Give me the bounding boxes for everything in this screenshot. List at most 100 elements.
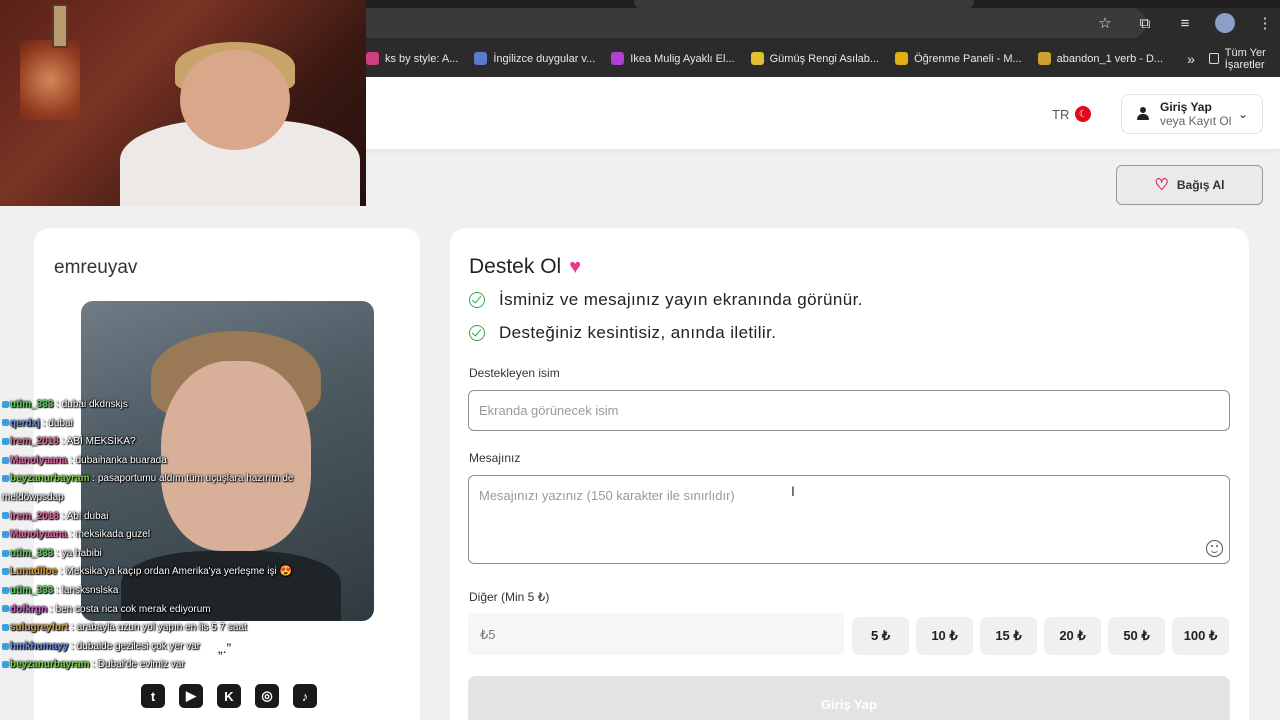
amount-option-button[interactable]: 5 ₺ bbox=[852, 617, 909, 655]
support-form-card: Destek Ol ♥ İsminiz ve mesajınız yayın e… bbox=[450, 228, 1249, 720]
chat-text: lansksnslska bbox=[61, 584, 119, 596]
chat-badge-icon bbox=[2, 400, 9, 408]
extensions-icon[interactable]: ⧉ bbox=[1134, 12, 1156, 34]
chat-text: dubaide gezilesi çok yer var bbox=[76, 640, 201, 652]
chat-message: Manolyaana : dubaihanka buarada bbox=[2, 452, 332, 471]
turkey-flag-icon: ☾ bbox=[1075, 106, 1092, 122]
chat-text: Dubai'de evimiz var bbox=[97, 659, 185, 671]
tab-strip bbox=[366, 0, 1280, 8]
tiktok-icon[interactable]: ♪ bbox=[293, 684, 317, 708]
chat-username: Manolyaana bbox=[10, 529, 68, 541]
bookmark-3[interactable]: Gümüş Rengi Asılab... bbox=[750, 52, 879, 65]
amount-option-button[interactable]: 20 ₺ bbox=[1044, 617, 1101, 655]
chat-badge-icon bbox=[2, 419, 9, 427]
social-links: t ▶ K ◎ ♪ bbox=[141, 684, 317, 708]
user-icon bbox=[1136, 107, 1150, 121]
name-label: Destekleyen isim bbox=[469, 366, 560, 380]
login-dropdown[interactable]: Giriş Yap veya Kayıt Ol ⌄ bbox=[1121, 94, 1263, 134]
youtube-icon[interactable]: ▶ bbox=[179, 684, 203, 708]
stream-chat-overlay: utim_333 : dubai dkdnskjs qerdxj : dubai i… bbox=[2, 396, 332, 675]
bookmark-0[interactable]: ks by style: A... bbox=[366, 52, 458, 65]
login-label: Giriş Yap bbox=[1160, 100, 1212, 114]
chat-badge-icon bbox=[2, 438, 9, 446]
all-bookmarks-folder[interactable]: Tüm Yer İşaretler bbox=[1208, 47, 1280, 71]
chat-text: dubai bbox=[48, 417, 73, 429]
text-cursor-icon: I bbox=[791, 483, 795, 499]
chat-username: qerdxj bbox=[10, 417, 41, 429]
chat-text: ben costa rica cok merak ediyorum bbox=[55, 603, 211, 615]
amount-option-button[interactable]: 15 ₺ bbox=[980, 617, 1037, 655]
chat-badge-icon bbox=[2, 586, 9, 594]
submit-button[interactable]: Giriş Yap bbox=[468, 676, 1230, 720]
media-icon[interactable]: ≡ bbox=[1174, 12, 1196, 34]
chat-text: Meksika'ya kaçıp ordan Amerika'ya yerleş… bbox=[65, 566, 292, 578]
active-tab[interactable] bbox=[634, 0, 974, 8]
register-label: veya Kayıt Ol bbox=[1160, 114, 1232, 128]
streamer-name: emreuyav bbox=[54, 257, 138, 278]
language-selector[interactable]: TR ☾ bbox=[1052, 106, 1092, 122]
bookmark-favicon-icon bbox=[895, 52, 909, 65]
chat-badge-icon bbox=[2, 642, 9, 650]
bookmark-favicon-icon bbox=[1037, 52, 1051, 65]
chat-badge-icon bbox=[2, 531, 9, 539]
feature-item: Desteğiniz kesintisiz, anında iletilir. bbox=[469, 323, 776, 343]
menu-icon[interactable]: ⋮ bbox=[1254, 12, 1276, 34]
chat-message: irem_2018 : ABİ MEKSİKA? bbox=[2, 433, 332, 452]
chat-username: irem_2018 bbox=[10, 510, 59, 522]
chat-username: sulugreyfurt bbox=[10, 622, 69, 634]
chat-username: dofkrgn bbox=[10, 603, 48, 615]
chat-message: dofkrgn : ben costa rica cok merak ediyo… bbox=[2, 601, 332, 620]
message-textarea[interactable] bbox=[468, 475, 1230, 564]
chat-badge-icon bbox=[2, 456, 9, 464]
star-icon[interactable]: ☆ bbox=[1094, 12, 1116, 34]
amount-input[interactable] bbox=[468, 613, 844, 655]
chat-message: beyzanurbayram : Dubai'de evimiz var bbox=[2, 656, 332, 675]
quote-icon: „.” bbox=[218, 640, 232, 656]
bookmark-5[interactable]: abandon_1 verb - D... bbox=[1037, 52, 1163, 65]
name-input[interactable] bbox=[468, 390, 1230, 431]
chat-username: hmkhumayy bbox=[10, 640, 69, 652]
heart-icon: ♥ bbox=[569, 255, 582, 278]
chat-badge-icon bbox=[2, 549, 9, 557]
chat-username: beyzanurbayram bbox=[10, 659, 90, 671]
twitch-icon[interactable]: t bbox=[141, 684, 165, 708]
more-bookmarks-button[interactable]: » bbox=[1187, 51, 1195, 67]
chat-message: qerdxj : dubai bbox=[2, 415, 332, 434]
bookmark-favicon-icon bbox=[366, 52, 379, 65]
chat-username: utim_333 bbox=[10, 399, 54, 410]
chat-message: beyzanurbayram : pasaportumu aldım tüm u… bbox=[2, 473, 294, 503]
chevron-down-icon: ⌄ bbox=[1237, 107, 1248, 121]
chat-text: meksikada guzel bbox=[75, 529, 151, 541]
amount-option-button[interactable]: 10 ₺ bbox=[916, 617, 973, 655]
chat-message: utim_333 : dubai dkdnskjs bbox=[2, 396, 332, 415]
chat-badge-icon bbox=[2, 512, 9, 520]
chat-username: utim_333 bbox=[10, 547, 54, 559]
chat-username: beyzanurbayram bbox=[10, 473, 90, 485]
support-title: Destek Ol ♥ bbox=[469, 255, 582, 278]
chat-text: ya habibi bbox=[61, 547, 102, 559]
chat-message: hmkhumayy : dubaide gezilesi çok yer var bbox=[2, 638, 332, 657]
bookmark-4[interactable]: Öğrenme Paneli - M... bbox=[895, 52, 1022, 65]
emoji-icon[interactable] bbox=[1206, 540, 1223, 557]
chat-username: irem_2018 bbox=[10, 436, 59, 448]
bookmark-2[interactable]: Ikea Mulig Ayaklı El... bbox=[611, 52, 735, 65]
chat-text: dubai dkdnskjs bbox=[61, 399, 128, 410]
profile-icon[interactable] bbox=[1214, 12, 1236, 34]
kick-icon[interactable]: K bbox=[217, 684, 241, 708]
webcam-overlay bbox=[0, 0, 366, 206]
bookmark-favicon-icon bbox=[611, 52, 625, 65]
chat-message: utim_333 : ya habibi bbox=[2, 545, 332, 564]
donate-button[interactable]: ♡ Bağış Al bbox=[1116, 165, 1263, 205]
chat-badge-icon bbox=[2, 568, 9, 576]
bookmark-1[interactable]: İngilizce duygular v... bbox=[474, 52, 595, 65]
amount-option-button[interactable]: 100 ₺ bbox=[1172, 617, 1229, 655]
chat-text: Abi dubai bbox=[66, 510, 109, 522]
bookmark-favicon-icon bbox=[750, 52, 764, 65]
chat-text: dubaihanka buarada bbox=[75, 454, 167, 466]
chat-badge-icon bbox=[2, 661, 9, 669]
check-circle-icon bbox=[469, 292, 485, 308]
address-bar[interactable] bbox=[366, 8, 1146, 38]
amount-option-button[interactable]: 50 ₺ bbox=[1108, 617, 1165, 655]
instagram-icon[interactable]: ◎ bbox=[255, 684, 279, 708]
folder-icon bbox=[1208, 53, 1219, 64]
